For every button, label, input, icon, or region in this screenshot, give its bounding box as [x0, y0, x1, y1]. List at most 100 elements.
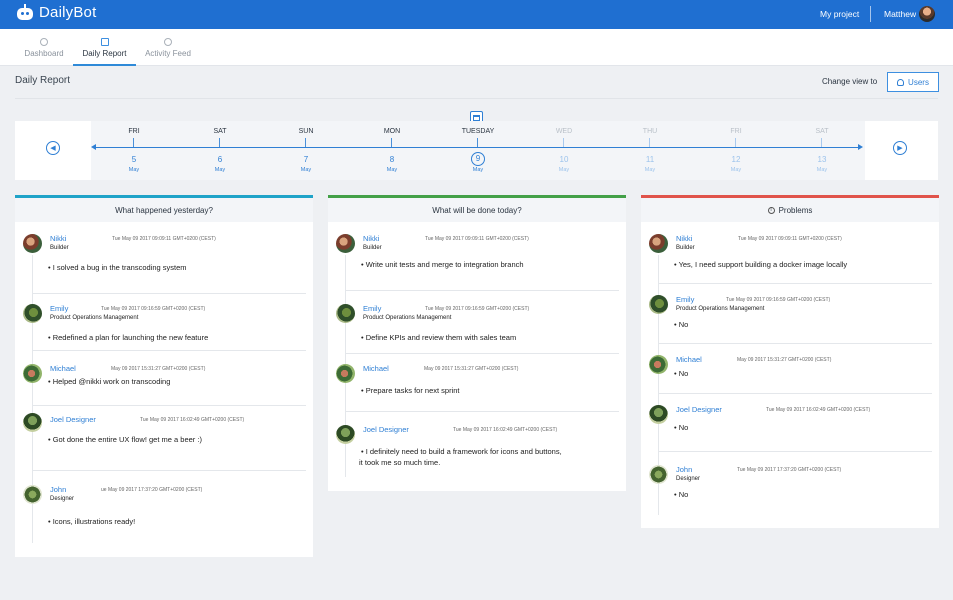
- timeline-day[interactable]: SAT 13 May: [779, 121, 865, 180]
- entry-divider: [32, 293, 306, 294]
- tab-activity-feed[interactable]: Activity Feed: [142, 29, 194, 66]
- entry-author[interactable]: Emily: [363, 304, 381, 313]
- avatar[interactable]: [336, 304, 355, 323]
- entry-role: Builder: [50, 245, 69, 251]
- info-icon: i: [767, 206, 775, 214]
- avatar[interactable]: [23, 304, 42, 323]
- avatar[interactable]: [336, 234, 355, 253]
- entry-timestamp: Tue May 09 2017 09:09:11 GMT+0200 (CEST): [112, 236, 216, 242]
- entry-timestamp: Tue May 09 2017 09:16:59 GMT+0200 (CEST): [425, 306, 530, 312]
- timeline-day[interactable]: MON 8 May: [349, 121, 435, 180]
- previous-week-icon[interactable]: ◀: [46, 141, 60, 155]
- entry-author[interactable]: Michael: [676, 355, 702, 364]
- panel-title-text: What will be done today?: [432, 205, 522, 215]
- entry-author[interactable]: Emily: [50, 304, 68, 313]
- entry-timestamp: Tue May 09 2017 16:02:49 GMT+0200 (CEST): [766, 407, 871, 413]
- panel-today: What will be done today? Nikki Tue May 0…: [328, 195, 626, 491]
- entry-author[interactable]: Joel Designer: [676, 405, 722, 414]
- entry-timestamp: Tue May 09 2017 16:02:49 GMT+0200 (CEST): [453, 427, 558, 433]
- tab-daily-report[interactable]: Daily Report: [73, 29, 136, 66]
- entry-text: • Redefined a plan for launching the new…: [48, 333, 209, 342]
- entry-text: • Yes, I need support building a docker …: [674, 260, 848, 269]
- entry-author[interactable]: Michael: [363, 364, 389, 373]
- day-number: 12: [731, 155, 741, 164]
- timeline-day[interactable]: SUN 7 May: [263, 121, 349, 180]
- entry-role: Designer: [50, 496, 75, 502]
- entry-author[interactable]: Nikki: [676, 234, 692, 243]
- entry-text: • No: [674, 320, 689, 329]
- tab-label: Dashboard: [24, 48, 64, 58]
- entry-author[interactable]: John: [50, 485, 66, 494]
- avatar[interactable]: [649, 405, 668, 424]
- timeline-day[interactable]: FRI 12 May: [693, 121, 779, 180]
- users-view-button[interactable]: Users: [887, 72, 939, 92]
- day-number: 13: [817, 155, 827, 164]
- next-week-icon[interactable]: ▶: [893, 141, 907, 155]
- entry-author[interactable]: Emily: [676, 295, 694, 304]
- tab-dashboard[interactable]: Dashboard: [20, 29, 68, 66]
- entry-text: • I definitely need to build a framework…: [361, 447, 562, 456]
- day-name: SAT: [213, 128, 227, 135]
- day-number: 5: [131, 155, 137, 164]
- day-name: WED: [555, 128, 573, 135]
- project-selector[interactable]: My project: [820, 9, 859, 19]
- avatar[interactable]: [649, 355, 668, 374]
- avatar[interactable]: [336, 364, 355, 383]
- entry-author[interactable]: Michael: [50, 364, 76, 373]
- avatar[interactable]: [649, 295, 668, 314]
- panel-title: What will be done today?: [328, 198, 626, 222]
- entry-role: Product Operations Management: [50, 315, 139, 321]
- panel-problems: i Problems Nikki Tue May 09 2017 09:09:1…: [641, 195, 939, 528]
- calendar-icon: [100, 37, 109, 46]
- day-name: SAT: [815, 128, 829, 135]
- day-name: FRI: [128, 128, 140, 135]
- timeline-day[interactable]: THU 11 May: [607, 121, 693, 180]
- day-number: 9: [471, 152, 485, 166]
- avatar[interactable]: [649, 234, 668, 253]
- header-divider: [15, 98, 938, 99]
- day-number: 10: [559, 155, 569, 164]
- day-month: May: [128, 167, 140, 173]
- day-month: May: [816, 167, 828, 173]
- avatar[interactable]: [336, 425, 355, 444]
- entry-author[interactable]: Nikki: [50, 234, 66, 243]
- entry-role: Builder: [363, 245, 382, 251]
- tab-label: Daily Report: [82, 48, 127, 58]
- entry-timestamp: May 09 2017 15:31:27 GMT+0200 (CEST): [424, 366, 519, 372]
- entry-timestamp: May 09 2017 15:31:27 GMT+0200 (CEST): [737, 357, 832, 363]
- entry-timestamp: Tue May 09 2017 17:37:20 GMT+0200 (CEST): [737, 467, 842, 473]
- entry-text: • Write unit tests and merge to integrat…: [361, 260, 524, 269]
- timeline-day[interactable]: FRI 5 May: [91, 121, 177, 180]
- entry-divider: [345, 290, 619, 291]
- bot-logo-icon: [16, 4, 34, 21]
- entry-role: Product Operations Management: [363, 315, 452, 321]
- user-menu[interactable]: Matthew: [884, 9, 916, 19]
- avatar[interactable]: [23, 234, 42, 253]
- timeline-day[interactable]: WED 10 May: [521, 121, 607, 180]
- user-avatar[interactable]: [919, 6, 935, 22]
- entry-timestamp: Tue May 09 2017 09:16:59 GMT+0200 (CEST): [726, 297, 831, 303]
- avatar[interactable]: [649, 465, 668, 484]
- panel-title-text: What happened yesterday?: [115, 205, 213, 215]
- day-number: 7: [303, 155, 309, 164]
- entry-timestamp: Tue May 09 2017 09:09:11 GMT+0200 (CEST): [738, 236, 842, 242]
- entry-author[interactable]: John: [676, 465, 692, 474]
- day-month: May: [472, 167, 484, 173]
- entry-timestamp: May 09 2017 15:31:27 GMT+0200 (CEST): [111, 366, 206, 372]
- users-button-label: Users: [908, 77, 929, 87]
- avatar[interactable]: [23, 485, 42, 504]
- day-name: TUESDAY: [461, 128, 495, 135]
- arrow-right-icon: [858, 144, 863, 150]
- day-name: THU: [642, 128, 658, 135]
- timeline-day-selected[interactable]: TUESDAY 9 May: [435, 121, 521, 180]
- entry-author[interactable]: Nikki: [363, 234, 379, 243]
- entry-role: Builder: [676, 245, 695, 251]
- entry-author[interactable]: Joel Designer: [50, 415, 96, 424]
- day-month: May: [730, 167, 742, 173]
- avatar[interactable]: [23, 413, 42, 432]
- entry-timestamp: ue May 09 2017 17:37:20 GMT+0200 (CEST): [101, 487, 203, 493]
- entry-author[interactable]: Joel Designer: [363, 425, 409, 434]
- timeline-day[interactable]: SAT 6 May: [177, 121, 263, 180]
- app-logo[interactable]: DailyBot: [16, 4, 96, 21]
- avatar[interactable]: [23, 364, 42, 383]
